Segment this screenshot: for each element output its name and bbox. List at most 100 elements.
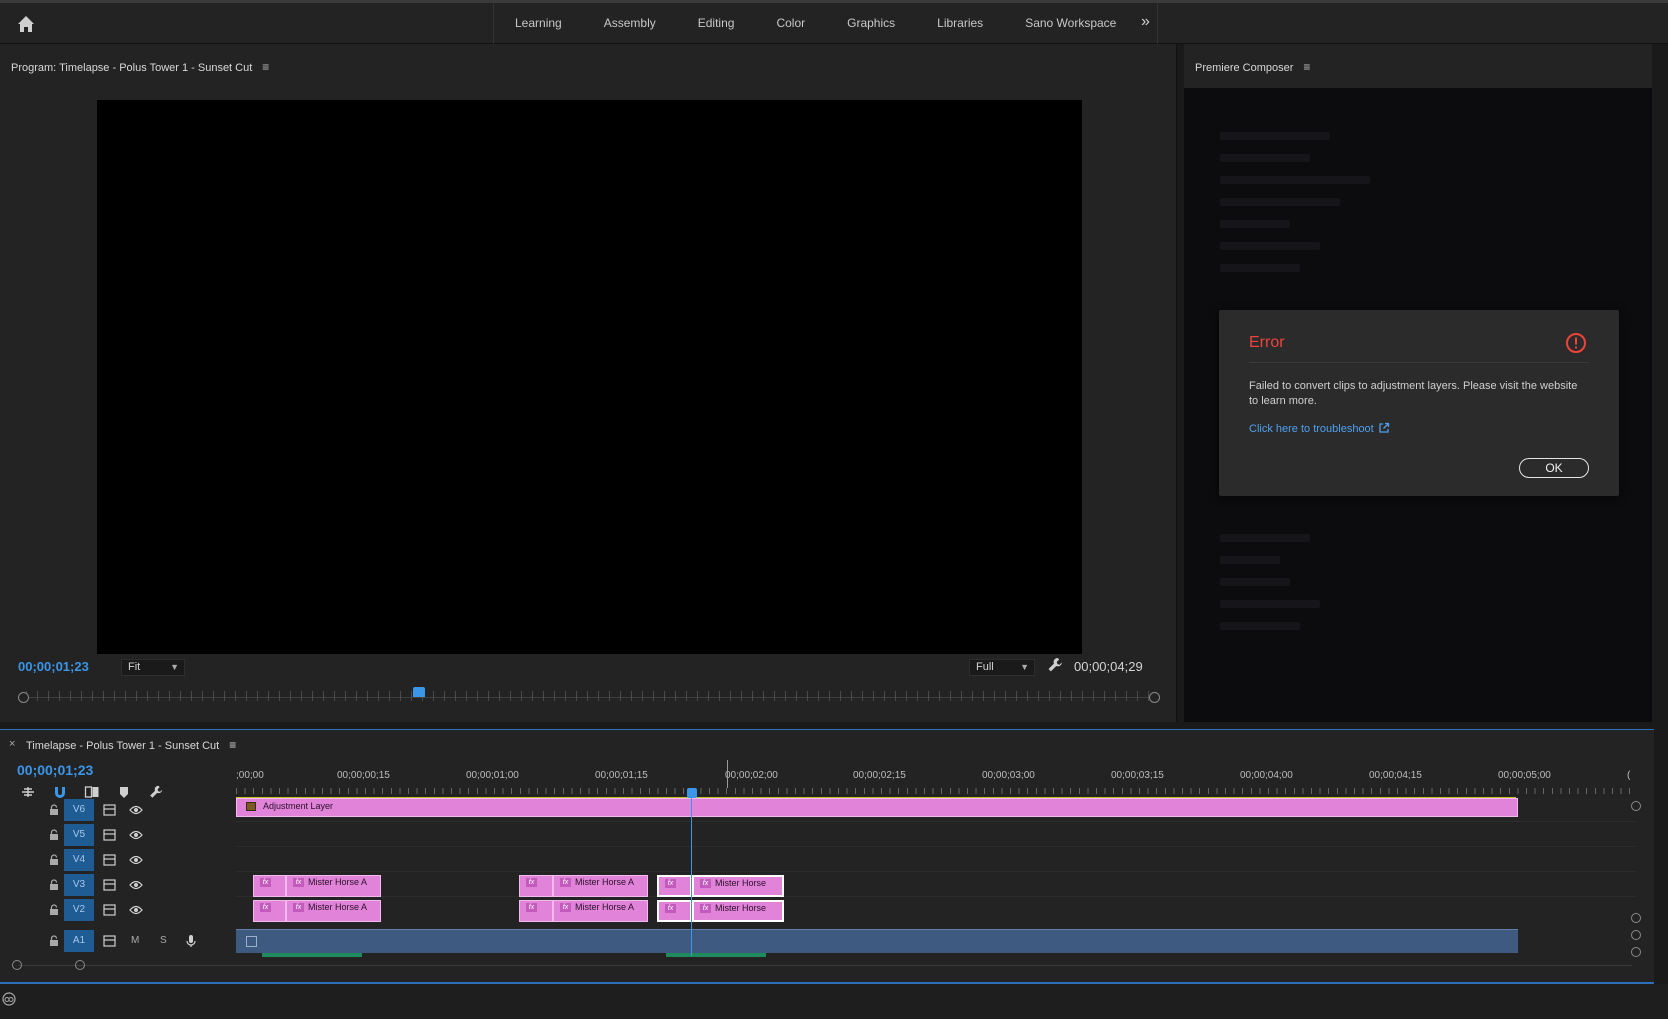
lock-icon[interactable] [49, 879, 59, 891]
track-header: A1 M S [0, 929, 236, 953]
microphone-icon[interactable] [186, 934, 196, 948]
eye-icon[interactable] [129, 830, 143, 840]
sync-lock-icon[interactable] [103, 829, 116, 841]
lock-icon[interactable] [49, 935, 59, 947]
fx-badge: fx [665, 904, 676, 913]
sync-lock-icon[interactable] [103, 879, 116, 891]
fx-clip[interactable]: fx [657, 875, 692, 897]
scrub-start-handle[interactable] [18, 692, 29, 703]
dimmed-folder-row [1220, 622, 1300, 630]
close-icon[interactable]: × [9, 738, 15, 750]
ruler-label: 00;00;05;00 [1498, 770, 1551, 781]
playhead-timecode[interactable]: 00;00;01;23 [18, 659, 89, 674]
lock-icon[interactable] [49, 804, 59, 816]
solo-track-button[interactable]: S [160, 935, 167, 946]
playback-resolution-select[interactable]: Full ▼ [969, 659, 1035, 676]
mister-horse-clip[interactable]: fx Mister Horse [692, 900, 784, 922]
troubleshoot-link[interactable]: Click here to troubleshoot [1249, 422, 1390, 435]
lock-icon[interactable] [49, 854, 59, 866]
track-lane[interactable] [236, 823, 1636, 847]
program-playhead[interactable] [413, 687, 425, 697]
zoom-level-select[interactable]: Fit ▼ [121, 659, 185, 676]
fx-clip[interactable]: fx [519, 875, 553, 897]
dimmed-folder-row [1220, 556, 1280, 564]
track-target-v6[interactable]: V6 [64, 799, 94, 821]
tab-graphics[interactable]: Graphics [826, 3, 916, 44]
tab-libraries[interactable]: Libraries [916, 3, 1004, 44]
track-lane[interactable] [236, 848, 1636, 872]
wrench-icon[interactable] [1046, 656, 1064, 674]
sync-lock-icon[interactable] [103, 935, 116, 947]
dimmed-folder-row [1220, 198, 1340, 206]
sequence-tab-label[interactable]: Timelapse - Polus Tower 1 - Sunset Cut [26, 740, 219, 752]
home-icon[interactable] [14, 12, 38, 36]
dimmed-folder-row [1220, 264, 1300, 272]
sync-lock-icon[interactable] [103, 904, 116, 916]
panel-menu-icon[interactable]: ≡ [229, 738, 236, 752]
panel-menu-icon[interactable]: ≡ [1303, 60, 1310, 74]
eye-icon[interactable] [129, 805, 143, 815]
ruler-ticks [236, 788, 1636, 794]
dimmed-folder-row [1220, 534, 1310, 542]
ok-button[interactable]: OK [1519, 458, 1589, 478]
fx-clip[interactable]: fx [657, 900, 692, 922]
track-target-v4[interactable]: V4 [64, 849, 94, 871]
fx-clip[interactable]: fx [519, 900, 553, 922]
lock-icon[interactable] [49, 904, 59, 916]
time-ruler[interactable]: ;00;00 00;00;00;15 00;00;01;00 00;00;01;… [236, 770, 1636, 799]
track-target-v2[interactable]: V2 [64, 899, 94, 921]
fx-clip[interactable]: fx [253, 900, 286, 922]
video-preview[interactable] [97, 100, 1082, 654]
audio-track-lane[interactable] [236, 929, 1518, 953]
ruler-label: 00;00;03;00 [982, 770, 1035, 781]
timeline-playhead[interactable] [687, 788, 697, 798]
track-lane[interactable]: fx fx Mister Horse A fx fx Mister Horse A … [236, 898, 1636, 922]
troubleshoot-link-label: Click here to troubleshoot [1249, 423, 1374, 435]
track-header: V4 [0, 848, 236, 872]
tab-learning[interactable]: Learning [494, 3, 583, 44]
program-title: Program: Timelapse - Polus Tower 1 - Sun… [11, 62, 253, 74]
fx-badge: fx [260, 878, 271, 887]
track-lane[interactable]: Adjustment Layer [236, 798, 1636, 822]
program-scrub-bar[interactable] [18, 687, 1160, 705]
mister-horse-clip[interactable]: fx Mister Horse A [553, 900, 648, 922]
track-target-v5[interactable]: V5 [64, 824, 94, 846]
track-lane[interactable]: fx fx Mister Horse A fx fx Mister Horse A … [236, 873, 1636, 897]
more-workspaces-icon[interactable]: » [1141, 13, 1150, 31]
creative-cloud-icon[interactable] [2, 992, 16, 1006]
timeline-timecode[interactable]: 00;00;01;23 [17, 762, 93, 778]
mute-track-button[interactable]: M [131, 935, 139, 946]
audio-clip-strip[interactable] [666, 953, 766, 957]
adjustment-layer-clip[interactable]: Adjustment Layer [236, 798, 1518, 817]
hscroll-start-handle[interactable] [12, 960, 22, 970]
mister-horse-clip[interactable]: fx Mister Horse A [286, 875, 381, 897]
tab-assembly[interactable]: Assembly [583, 3, 677, 44]
scrub-end-handle[interactable] [1149, 692, 1160, 703]
timeline-hscroll[interactable] [12, 960, 1632, 970]
sync-lock-icon[interactable] [103, 804, 116, 816]
tab-sano-workspace[interactable]: Sano Workspace [1004, 3, 1137, 44]
mister-horse-clip[interactable]: fx Mister Horse A [553, 875, 648, 897]
audio-clip-strip[interactable] [262, 953, 362, 957]
vscroll-handle[interactable] [1631, 930, 1641, 940]
tab-editing[interactable]: Editing [677, 3, 756, 44]
vscroll-handle[interactable] [1631, 947, 1641, 957]
clip-label: Mister Horse A [308, 877, 368, 887]
track-target-a1[interactable]: A1 [64, 930, 94, 952]
status-bar [0, 984, 1668, 1019]
hscroll-end-handle[interactable] [75, 960, 85, 970]
lock-icon[interactable] [49, 829, 59, 841]
eye-icon[interactable] [129, 880, 143, 890]
vscroll-handle[interactable] [1631, 913, 1641, 923]
mister-horse-clip[interactable]: fx Mister Horse [692, 875, 784, 897]
eye-icon[interactable] [129, 855, 143, 865]
mister-horse-clip[interactable]: fx Mister Horse A [286, 900, 381, 922]
tab-color[interactable]: Color [755, 3, 826, 44]
eye-icon[interactable] [129, 905, 143, 915]
track-target-v3[interactable]: V3 [64, 874, 94, 896]
ruler-label: 00;00;01;15 [595, 770, 648, 781]
vscroll-handle[interactable] [1631, 801, 1641, 811]
sync-lock-icon[interactable] [103, 854, 116, 866]
fx-clip[interactable]: fx [253, 875, 286, 897]
panel-menu-icon[interactable]: ≡ [262, 60, 269, 74]
